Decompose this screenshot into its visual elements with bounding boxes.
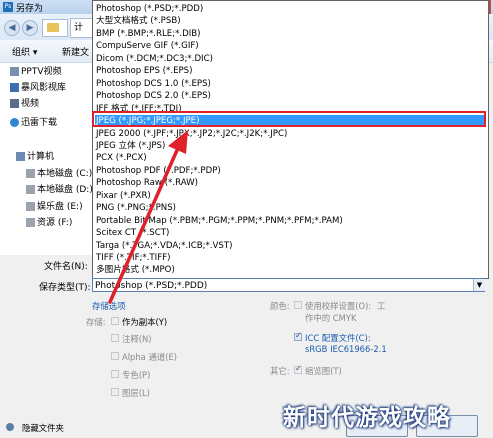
file-type-option[interactable]: PCX (*.PCX): [95, 152, 486, 164]
forward-arrow-icon: ▶: [26, 23, 34, 33]
file-type-option[interactable]: JPEG 2000 (*.JPF;*.JPX;*.JP2;*.J2C;*.J2K…: [95, 128, 486, 140]
download-icon: [10, 118, 19, 127]
file-type-option[interactable]: Photoshop DCS 1.0 (*.EPS): [95, 78, 486, 90]
file-type-option[interactable]: TIFF (*.TIF;*.TIFF): [95, 252, 486, 264]
proof-setup-label: 使用校样设置(O):: [305, 301, 372, 311]
file-type-option[interactable]: PNG (*.PNG;*.PNS): [95, 202, 486, 214]
sidebar-item-pptv[interactable]: PPTV视频: [10, 66, 62, 79]
file-type-option[interactable]: Photoshop DCS 2.0 (*.EPS): [95, 90, 486, 102]
thumbnail-label: 缩览图(T): [305, 366, 342, 376]
sidebar-item-video[interactable]: 视频: [10, 98, 39, 111]
annotations-checkbox[interactable]: [111, 334, 119, 342]
annotations-label: 注释(N): [122, 334, 152, 344]
video-folder-icon: [10, 67, 19, 76]
file-type-option[interactable]: Scitex CT (*.SCT): [95, 227, 486, 239]
drive-icon: [26, 169, 35, 178]
spot-checkbox[interactable]: [111, 370, 119, 378]
file-type-option[interactable]: Portable Bit Map (*.PBM;*.PGM;*.PPM;*.PN…: [95, 215, 486, 227]
alpha-label: Alpha 通道(E): [122, 352, 178, 362]
jpeg-highlight-box: [92, 111, 486, 127]
window-title: 另存为: [16, 4, 44, 14]
sidebar-item-drive-e[interactable]: 娱乐盘 (E:): [26, 201, 83, 214]
forward-button[interactable]: ▶: [22, 20, 38, 36]
file-type-option[interactable]: Photoshop (*.PSD;*.PDD): [95, 3, 486, 15]
as-copy-checkbox[interactable]: [111, 317, 119, 325]
as-copy-label: 作为副本(Y): [122, 317, 168, 327]
drive-icon: [26, 202, 35, 211]
new-folder-button[interactable]: 新建文: [62, 45, 89, 58]
file-type-option[interactable]: Photoshop EPS (*.EPS): [95, 65, 486, 77]
drive-icon: [26, 185, 35, 194]
drive-icon: [26, 218, 35, 227]
watermark: 新时代游戏攻略: [283, 405, 451, 431]
layers-checkbox[interactable]: [111, 388, 119, 396]
icc-profile-label: ICC 配置文件(C):: [305, 333, 371, 343]
other-label: 其它:: [270, 366, 290, 376]
sidebar-item-baofeng[interactable]: 暴风影视库: [10, 82, 66, 95]
file-type-option[interactable]: Pixar (*.PXR): [95, 190, 486, 202]
color-label: 颜色:: [270, 301, 290, 311]
sidebar-item-drive-f[interactable]: 资源 (F:): [26, 217, 72, 230]
hide-folders-link[interactable]: 隐藏文件夹: [22, 422, 64, 434]
file-name-label: 文件名(N):: [44, 262, 88, 272]
file-type-option[interactable]: Photoshop PDF (*.PDF;*.PDP): [95, 165, 486, 177]
icc-profile-checkbox[interactable]: [294, 331, 302, 341]
working-cmyk-label: 作中的 CMYK: [305, 313, 357, 323]
file-type-option[interactable]: Targa (*.TGA;*.VDA;*.ICB;*.VST): [95, 240, 486, 252]
library-icon: [10, 83, 19, 92]
sidebar-item-drive-c[interactable]: 本地磁盘 (C:): [26, 168, 92, 181]
file-type-option[interactable]: Photoshop Raw (*.RAW): [95, 177, 486, 189]
photoshop-app-icon: Ps: [3, 2, 13, 12]
thumbnail-checkbox[interactable]: [294, 364, 302, 374]
video-icon: [10, 99, 19, 108]
sidebar-item-computer[interactable]: 计算机: [16, 151, 54, 164]
folder-icon: [47, 23, 59, 32]
storage-label: 存储:: [86, 317, 106, 327]
collapse-up-icon[interactable]: [6, 423, 14, 431]
file-type-dropdown-list: Photoshop (*.PSD;*.PDD) 大型文档格式 (*.PSB) BMP…: [92, 0, 489, 279]
file-type-option[interactable]: BMP (*.BMP;*.RLE;*.DIB): [95, 28, 486, 40]
file-type-option[interactable]: 多图片格式 (*.MPO): [95, 264, 486, 276]
address-folder-button[interactable]: [42, 19, 68, 37]
sidebar-item-xunlei[interactable]: 迅雷下载: [10, 117, 57, 130]
navigation-pane: PPTV视频 暴风影视库 视频 迅雷下载 计算机 本地磁盘 (C:) 本地磁盘 …: [0, 63, 93, 255]
spot-label: 专色(P): [122, 370, 151, 380]
proof-setup-label-tail: 工: [377, 301, 386, 311]
alpha-checkbox[interactable]: [111, 352, 119, 360]
file-type-select[interactable]: Photoshop (*.PSD;*.PDD): [92, 278, 485, 292]
organize-button[interactable]: 组织 ▾: [12, 45, 37, 58]
save-options-heading: 存储选项: [92, 301, 126, 311]
file-type-option[interactable]: Dicom (*.DCM;*.DC3;*.DIC): [95, 53, 486, 65]
back-button[interactable]: ◀: [4, 20, 20, 36]
icc-profile-value: sRGB IEC61966-2.1: [305, 344, 387, 354]
layers-label: 图层(L): [122, 388, 150, 398]
chevron-down-icon[interactable]: ▼: [473, 279, 485, 291]
sidebar-item-drive-d[interactable]: 本地磁盘 (D:): [26, 184, 93, 197]
file-type-option[interactable]: 大型文档格式 (*.PSB): [95, 15, 486, 27]
back-arrow-icon: ◀: [8, 23, 16, 33]
file-type-option[interactable]: CompuServe GIF (*.GIF): [95, 40, 486, 52]
computer-icon: [16, 152, 25, 161]
file-type-label: 保存类型(T):: [39, 283, 91, 293]
proof-setup-checkbox[interactable]: [294, 301, 302, 309]
file-type-option[interactable]: JPEG 立体 (*.JPS): [95, 140, 486, 152]
